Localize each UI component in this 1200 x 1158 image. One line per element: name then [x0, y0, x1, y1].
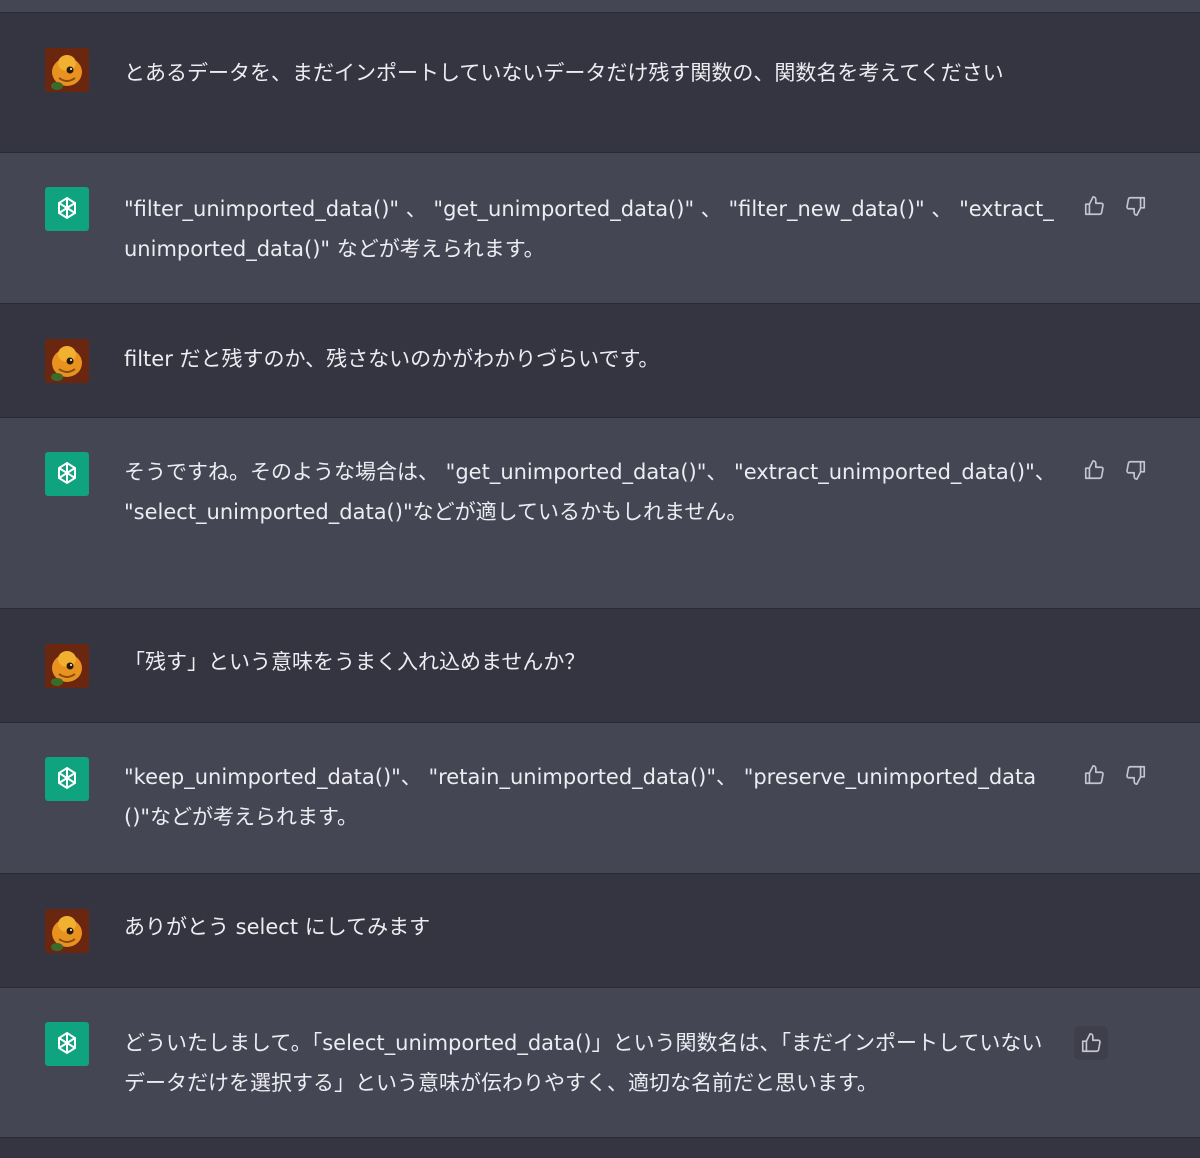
thumbs-up-icon[interactable]	[1074, 1026, 1108, 1060]
openai-logo-icon	[45, 1022, 89, 1066]
user-avatar	[45, 339, 89, 383]
openai-logo-icon	[45, 757, 89, 801]
user-avatar	[45, 48, 89, 92]
message-text: とあるデータを、まだインポートしていないデータだけ残す関数の、関数名を考えてくだ…	[124, 61, 1004, 85]
user-message: filter だと残すのか、残さないのかがわかりづらいです。	[0, 303, 1200, 417]
message-text: "filter_unimported_data()" 、 "get_unimpo…	[124, 197, 1054, 261]
openai-logo-icon	[45, 452, 89, 496]
assistant-message: "filter_unimported_data()" 、 "get_unimpo…	[0, 152, 1200, 303]
bottom-strip	[0, 1137, 1200, 1158]
message-text: filter だと残すのか、残さないのかがわかりづらいです。	[124, 347, 660, 371]
thumbs-down-icon[interactable]	[1124, 763, 1148, 787]
feedback-actions	[1082, 458, 1148, 482]
thumbs-down-icon[interactable]	[1124, 458, 1148, 482]
message-text: "keep_unimported_data()"、 "retain_unimpo…	[124, 765, 1037, 829]
message-text: 「残す」という意味をうまく入れ込めませんか？	[124, 650, 586, 674]
assistant-message: どういたしまして。「select_unimported_data()」という関数…	[0, 987, 1200, 1137]
top-strip	[0, 0, 1200, 12]
feedback-actions	[1082, 763, 1148, 787]
feedback-actions	[1074, 1026, 1108, 1060]
user-message: ありがとう select にしてみます	[0, 873, 1200, 987]
thumbs-up-icon[interactable]	[1082, 458, 1106, 482]
user-avatar	[45, 909, 89, 953]
user-message: とあるデータを、まだインポートしていないデータだけ残す関数の、関数名を考えてくだ…	[0, 12, 1200, 152]
user-message: 「残す」という意味をうまく入れ込めませんか？	[0, 608, 1200, 722]
message-text: そうですね。そのような場合は、 "get_unimported_data()"、…	[124, 460, 1056, 524]
thumbs-down-icon[interactable]	[1124, 194, 1148, 218]
message-text: どういたしまして。「select_unimported_data()」という関数…	[124, 1031, 1043, 1095]
openai-logo-icon	[45, 187, 89, 231]
user-avatar	[45, 644, 89, 688]
assistant-message: そうですね。そのような場合は、 "get_unimported_data()"、…	[0, 417, 1200, 608]
thumbs-up-icon[interactable]	[1082, 194, 1106, 218]
thumbs-up-icon[interactable]	[1082, 763, 1106, 787]
message-text: ありがとう select にしてみます	[124, 915, 431, 939]
feedback-actions	[1082, 194, 1148, 218]
assistant-message: "keep_unimported_data()"、 "retain_unimpo…	[0, 722, 1200, 873]
